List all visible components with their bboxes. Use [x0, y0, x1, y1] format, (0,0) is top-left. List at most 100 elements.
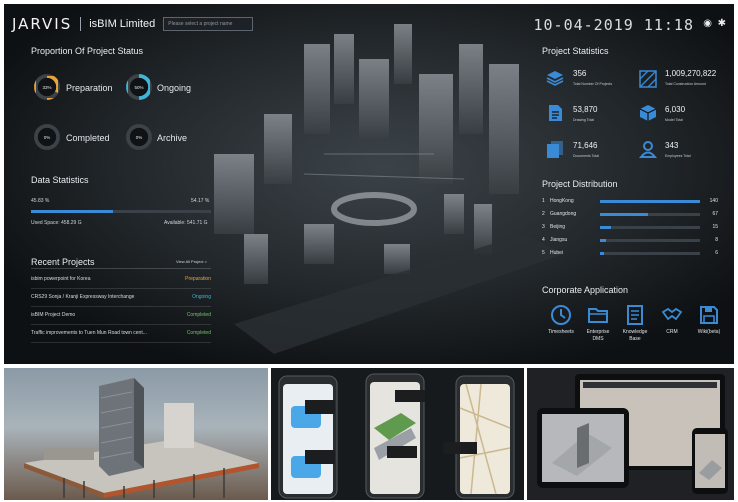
stat-value: 53,870	[573, 105, 598, 114]
project-row[interactable]: isbim powerpoint for Korea Preparation	[31, 271, 211, 289]
stat-label: Model Total	[665, 118, 683, 122]
app-label: CRM	[666, 329, 678, 335]
top-bar: JARVIS isBIM Limited Please select a pro…	[12, 14, 254, 34]
project-row[interactable]: CRS29 Sonja / Kranji Expressway Intercha…	[31, 289, 211, 307]
distribution-bar	[600, 252, 700, 255]
globe-icon[interactable]: ◉	[703, 18, 712, 29]
distribution-bar	[600, 200, 700, 203]
stat-value: 71,646	[573, 141, 598, 150]
distribution-bar-fill	[600, 252, 605, 255]
region-count: 67	[712, 211, 718, 217]
project-row[interactable]: isBIM Project Demo Completed	[31, 307, 211, 325]
project-name: CRS29 Sonja / Kranji Expressway Intercha…	[31, 294, 135, 300]
app-label: Knowledge Base	[622, 329, 648, 342]
stat-value: 356	[573, 69, 587, 78]
region-name: Hubei	[550, 250, 564, 256]
project-search-input[interactable]: Please select a project name	[163, 17, 254, 31]
app-wiki[interactable]: Wiki(beta)	[692, 304, 726, 336]
storage-bar	[31, 210, 211, 213]
available-percent: 54.17 %	[191, 198, 210, 204]
app-crm[interactable]: CRM	[655, 304, 689, 336]
save-disk-icon	[700, 306, 718, 324]
stat-label: Drawing Total	[573, 118, 595, 122]
app-label: Wiki(beta)	[697, 329, 721, 335]
status-label-ongoing: Ongoing	[157, 83, 192, 93]
stat-label: Total Number Of Projects	[573, 82, 613, 86]
distribution-row: 1 HongKong 140	[542, 197, 722, 207]
region-count: 8	[715, 237, 718, 243]
distribution-bar	[600, 226, 700, 229]
distribution-row: 3 Beijing 15	[542, 223, 722, 233]
status-label-completed: Completed	[66, 133, 110, 143]
region-count: 6	[715, 250, 718, 256]
company-name: isBIM Limited	[89, 18, 156, 30]
used-space: Used Space: 458.29 G	[31, 220, 82, 226]
project-statistics-title: Project Statistics	[542, 46, 609, 56]
stat-label: Employees Total	[665, 154, 691, 158]
bim-model-render	[4, 368, 268, 500]
rank: 2	[542, 211, 545, 217]
app-knowledge-base[interactable]: Knowledge Base	[618, 304, 652, 343]
region-name: Guangdong	[550, 211, 577, 217]
project-status: Completed	[186, 330, 211, 336]
handshake-icon	[661, 307, 683, 321]
distribution-row: 5 Hubei 6	[542, 249, 722, 259]
distribution-bar-fill	[600, 226, 611, 229]
rank: 5	[542, 250, 545, 256]
project-status: Completed	[186, 312, 211, 318]
storage-bar-fill	[31, 210, 114, 213]
project-name: isbim powerpoint for Korea	[31, 276, 91, 282]
project-row[interactable]: Traffic improvements to Tuen Mun Road to…	[31, 325, 211, 343]
region-count: 15	[712, 224, 718, 230]
jarvis-logo: JARVIS	[12, 15, 73, 33]
mobile-app-mockups	[271, 368, 524, 500]
clock-icon	[551, 305, 571, 325]
used-percent: 45.83 %	[31, 198, 50, 204]
project-distribution-title: Project Distribution	[542, 179, 618, 189]
region-name: Beijing	[550, 224, 566, 230]
recent-projects-divider	[31, 268, 211, 269]
building-model-illustration	[24, 378, 259, 498]
status-ring-archive: 0%	[126, 124, 152, 150]
distribution-bar-fill	[600, 239, 606, 242]
status-ring-completed: 0%	[34, 124, 60, 150]
logo-divider	[80, 17, 82, 31]
status-label-preparation: Preparation	[66, 83, 113, 93]
view-all-projects-link[interactable]: View All Project >	[176, 259, 207, 264]
available-space: Available: 541.71 G	[164, 220, 208, 226]
user-icon	[639, 141, 657, 158]
drawing-doc-icon	[549, 105, 562, 121]
project-status-title: Proportion Of Project Status	[31, 46, 144, 56]
multi-device-mockup	[527, 368, 734, 500]
app-timesheets[interactable]: Timesheets	[544, 304, 578, 336]
data-statistics-title: Data Statistics	[31, 175, 89, 185]
stat-label: Total Construction Amount	[665, 82, 706, 86]
app-label: Timesheets	[548, 329, 574, 335]
corporate-application-title: Corporate Application	[542, 285, 629, 295]
dashboard-screenshot: JARVIS isBIM Limited Please select a pro…	[4, 4, 734, 364]
project-name: isBIM Project Demo	[31, 312, 76, 318]
cube-stack-icon	[546, 71, 564, 86]
status-ring-preparation: 33%	[34, 74, 60, 100]
date-time-clock: 10-04-2019 11:18	[533, 16, 694, 34]
area-hatch-icon	[639, 70, 657, 88]
folder-icon	[588, 308, 608, 323]
stat-value: 343	[665, 141, 679, 150]
model-cube-icon	[639, 105, 657, 121]
region-name: Jiangsu	[550, 237, 568, 243]
stat-value: 1,009,270,822	[665, 69, 717, 78]
app-enterprise-dms[interactable]: Enterprise DMS	[581, 304, 615, 343]
project-status: Ongoing	[192, 294, 211, 300]
app-label: Enterprise DMS	[586, 329, 610, 342]
distribution-bar-fill	[600, 200, 700, 203]
distribution-bar	[600, 239, 700, 242]
distribution-row: 4 Jiangsu 8	[542, 236, 722, 246]
distribution-bar-fill	[600, 213, 648, 216]
status-label-archive: Archive	[157, 133, 188, 143]
gear-icon[interactable]: ✱	[718, 18, 726, 29]
rank: 4	[542, 237, 545, 243]
rank: 1	[542, 198, 545, 204]
rank: 3	[542, 224, 545, 230]
phone-screens-illustration	[278, 373, 515, 499]
region-name: HongKong	[550, 198, 574, 204]
